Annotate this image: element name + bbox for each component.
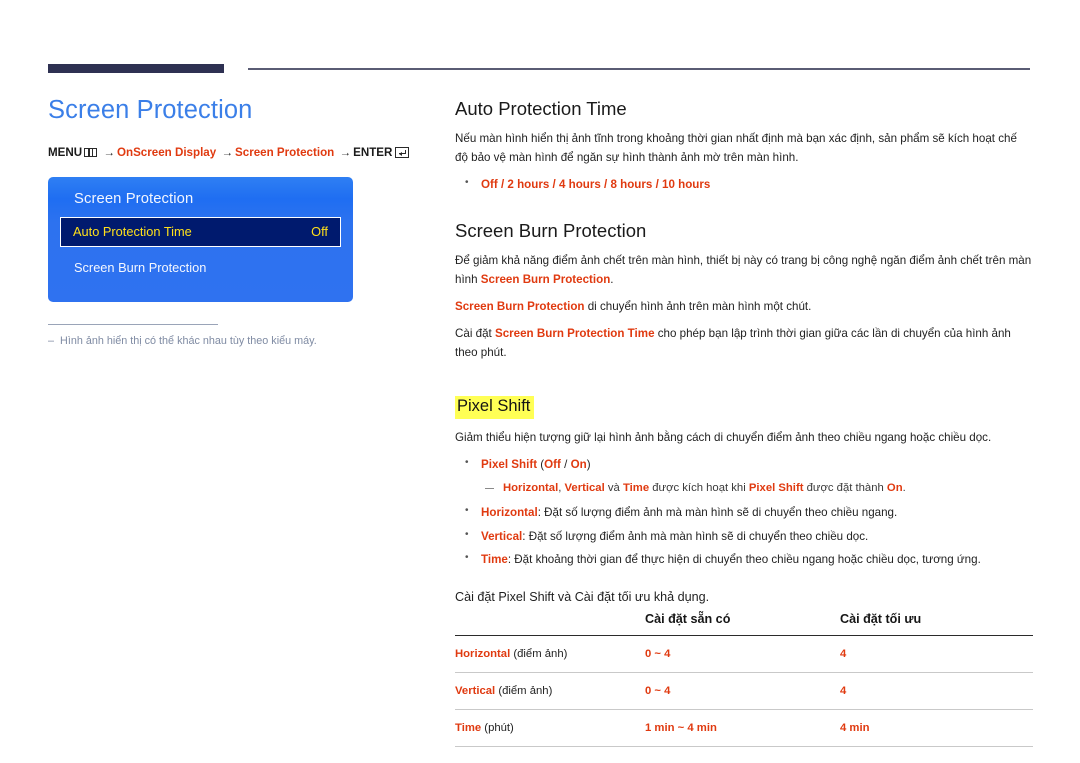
pixel-shift-bullet-list: Horizontal: Đặt số lượng điểm ảnh mà màn… [455,503,1033,570]
bullet-term-vertical: Vertical [481,529,523,543]
pixel-shift-term: Pixel Shift [481,457,538,471]
left-footnote: ‒ Hình ảnh hiển thị có thể khác nhau tùy… [48,323,333,350]
pixel-shift-value-off: Off [544,457,561,471]
bullet-text-vertical: : Đặt số lượng điểm ảnh mà màn hình sẽ d… [522,529,869,543]
subnote-mid-2: được kích hoạt khi [649,481,749,494]
table-term-horizontal: Horizontal [455,647,511,660]
osd-item-label: Auto Protection Time [73,224,192,240]
subnote-term-horizontal: Horizontal [503,481,559,494]
pixel-shift-value-on: On [570,457,587,471]
menu-grid-icon [84,147,98,157]
subnote-term-time: Time [622,481,650,494]
sbp-p1-term: Screen Burn Protection [480,273,611,287]
table-row: Time (phút) 1 min ~ 4 min 4 min [455,709,1033,747]
osd-item-screen-burn-protection[interactable]: Screen Burn Protection [48,254,353,282]
subnote-end: . [902,481,906,494]
table-cell-available: 0 ~ 4 [645,672,840,710]
table-cell-term: Vertical (điểm ảnh) [455,672,645,710]
auto-protection-time-options-list: Off / 2 hours / 4 hours / 8 hours / 10 h… [455,175,1033,195]
auto-protection-time-paragraph: Nếu màn hình hiển thị ảnh tĩnh trong kho… [455,132,1017,164]
header-rule-thin [248,68,1030,70]
manual-page: Screen Protection MENU → OnScreen Display… [0,0,1080,763]
menu-path-step-screen-protection: Screen Protection [235,145,335,159]
list-item: Time: Đặt khoảng thời gian để thực hiện … [455,550,1033,570]
menu-path: MENU → OnScreen Display → Screen Protectio… [48,145,420,161]
pixel-shift-paragraph: Giảm thiểu hiện tượng giữ lại hình ảnh b… [455,431,992,445]
enter-return-icon [395,146,410,158]
list-item: Off / 2 hours / 4 hours / 8 hours / 10 h… [455,175,1033,195]
menu-path-step-onscreen-display: OnScreen Display [116,145,217,159]
table-cell-term: Horizontal (điểm ảnh) [455,635,645,673]
left-column: Screen Protection MENU → OnScreen Display… [48,96,420,349]
table-header-available: Cài đặt sẵn có [645,611,731,626]
table-lead-text: Cài đặt Pixel Shift và Cài đặt tối ưu kh… [455,589,710,604]
table-header-optimum: Cài đặt tối ưu [840,611,922,626]
table-cell-available: 0 ~ 4 [645,635,840,673]
subnote-mid-3: được đặt thành [803,481,887,494]
screen-burn-paragraph-1: Để giảm khả năng điểm ảnh chết trên màn … [455,252,1033,290]
section-heading-auto-protection-time: Auto Protection Time [455,98,627,119]
list-item: Pixel Shift (Off / On) [455,455,1033,475]
pixel-shift-main-bullet-list: Pixel Shift (Off / On) [455,455,1033,475]
header-rule [48,64,1030,76]
pixel-shift-settings-table: Cài đặt sẵn có Cài đặt tối ưu Horizontal… [455,608,1033,747]
menu-path-menu-label: MENU [48,145,83,159]
osd-item-auto-protection-time[interactable]: Auto Protection Time Off [60,216,341,247]
bullet-text-horizontal: : Đặt số lượng điểm ảnh mà màn hình sẽ d… [537,506,898,520]
table-unit-vertical: (điểm ảnh) [495,684,553,697]
sbp-p1-b: . [610,273,614,287]
sbp-p3-term: Screen Burn Protection Time [494,326,655,340]
menu-path-arrow-2: → [221,145,234,159]
osd-item-label: Screen Burn Protection [74,260,207,276]
subnote-mid-1: và [604,481,623,494]
screen-burn-paragraph-2: Screen Burn Protection di chuyển hình ản… [455,298,1033,317]
menu-path-arrow-3: → [339,145,352,159]
table-cell-available: 1 min ~ 4 min [645,709,840,747]
table-term-time: Time [455,721,482,734]
subnote-term-vertical: Vertical [564,481,605,494]
table-cell-optimum: 4 [840,635,1033,673]
pixel-shift-subnote: Horizontal, Vertical và Time được kích h… [455,480,1033,498]
left-footnote-text: Hình ảnh hiển thị có thể khác nhau tùy t… [60,334,317,347]
sbp-p2-term: Screen Burn Protection [455,300,585,314]
header-rule-thick [48,64,224,73]
table-header-blank [455,608,645,636]
menu-path-arrow-1: → [103,145,115,159]
left-footnote-rule [48,323,218,325]
osd-item-value: Off [311,224,328,240]
table-row: Horizontal (điểm ảnh) 0 ~ 4 4 [455,635,1033,673]
auto-protection-time-options: Off / 2 hours / 4 hours / 8 hours / 10 h… [481,177,711,191]
list-item: Vertical: Đặt số lượng điểm ảnh mà màn h… [455,527,1033,547]
menu-path-enter-label: ENTER [353,145,393,159]
table-header-row: Cài đặt sẵn có Cài đặt tối ưu [455,608,1033,636]
table-cell-optimum: 4 [840,672,1033,710]
bullet-term-horizontal: Horizontal [481,506,538,520]
pixel-shift-value-sep: / [560,457,571,471]
table-cell-optimum: 4 min [840,709,1033,747]
sbp-p3-a: Cài đặt [455,326,495,340]
osd-menu-panel: Screen Protection Auto Protection Time O… [48,176,353,302]
subnote-term-pixel-shift: Pixel Shift [748,481,804,494]
table-term-vertical: Vertical [455,684,496,697]
osd-panel-title: Screen Protection [74,190,194,207]
table-unit-horizontal: (điểm ảnh) [510,647,568,660]
sbp-p2-b: di chuyển hình ảnh trên màn hình một chú… [584,300,812,314]
subnote-term-on: On [886,481,903,494]
list-item: Horizontal: Đặt số lượng điểm ảnh mà màn… [455,503,1033,523]
section-heading-pixel-shift: Pixel Shift [455,396,535,420]
screen-burn-paragraph-3: Cài đặt Screen Burn Protection Time cho … [455,325,1033,363]
section-heading-screen-burn-protection: Screen Burn Protection [455,220,647,242]
page-title: Screen Protection [48,96,253,124]
left-footnote-text-row: ‒ Hình ảnh hiển thị có thể khác nhau tùy… [48,334,333,350]
bullet-text-time: : Đặt khoảng thời gian để thực hiện di c… [507,553,981,567]
table-cell-term: Time (phút) [455,709,645,747]
table-row: Vertical (điểm ảnh) 0 ~ 4 4 [455,672,1033,710]
right-column: Auto Protection Time Nếu màn hình hiển t… [455,98,1033,763]
bullet-term-time: Time [481,553,508,567]
left-footnote-dash: ‒ [48,334,55,347]
table-unit-time: (phút) [481,721,514,734]
